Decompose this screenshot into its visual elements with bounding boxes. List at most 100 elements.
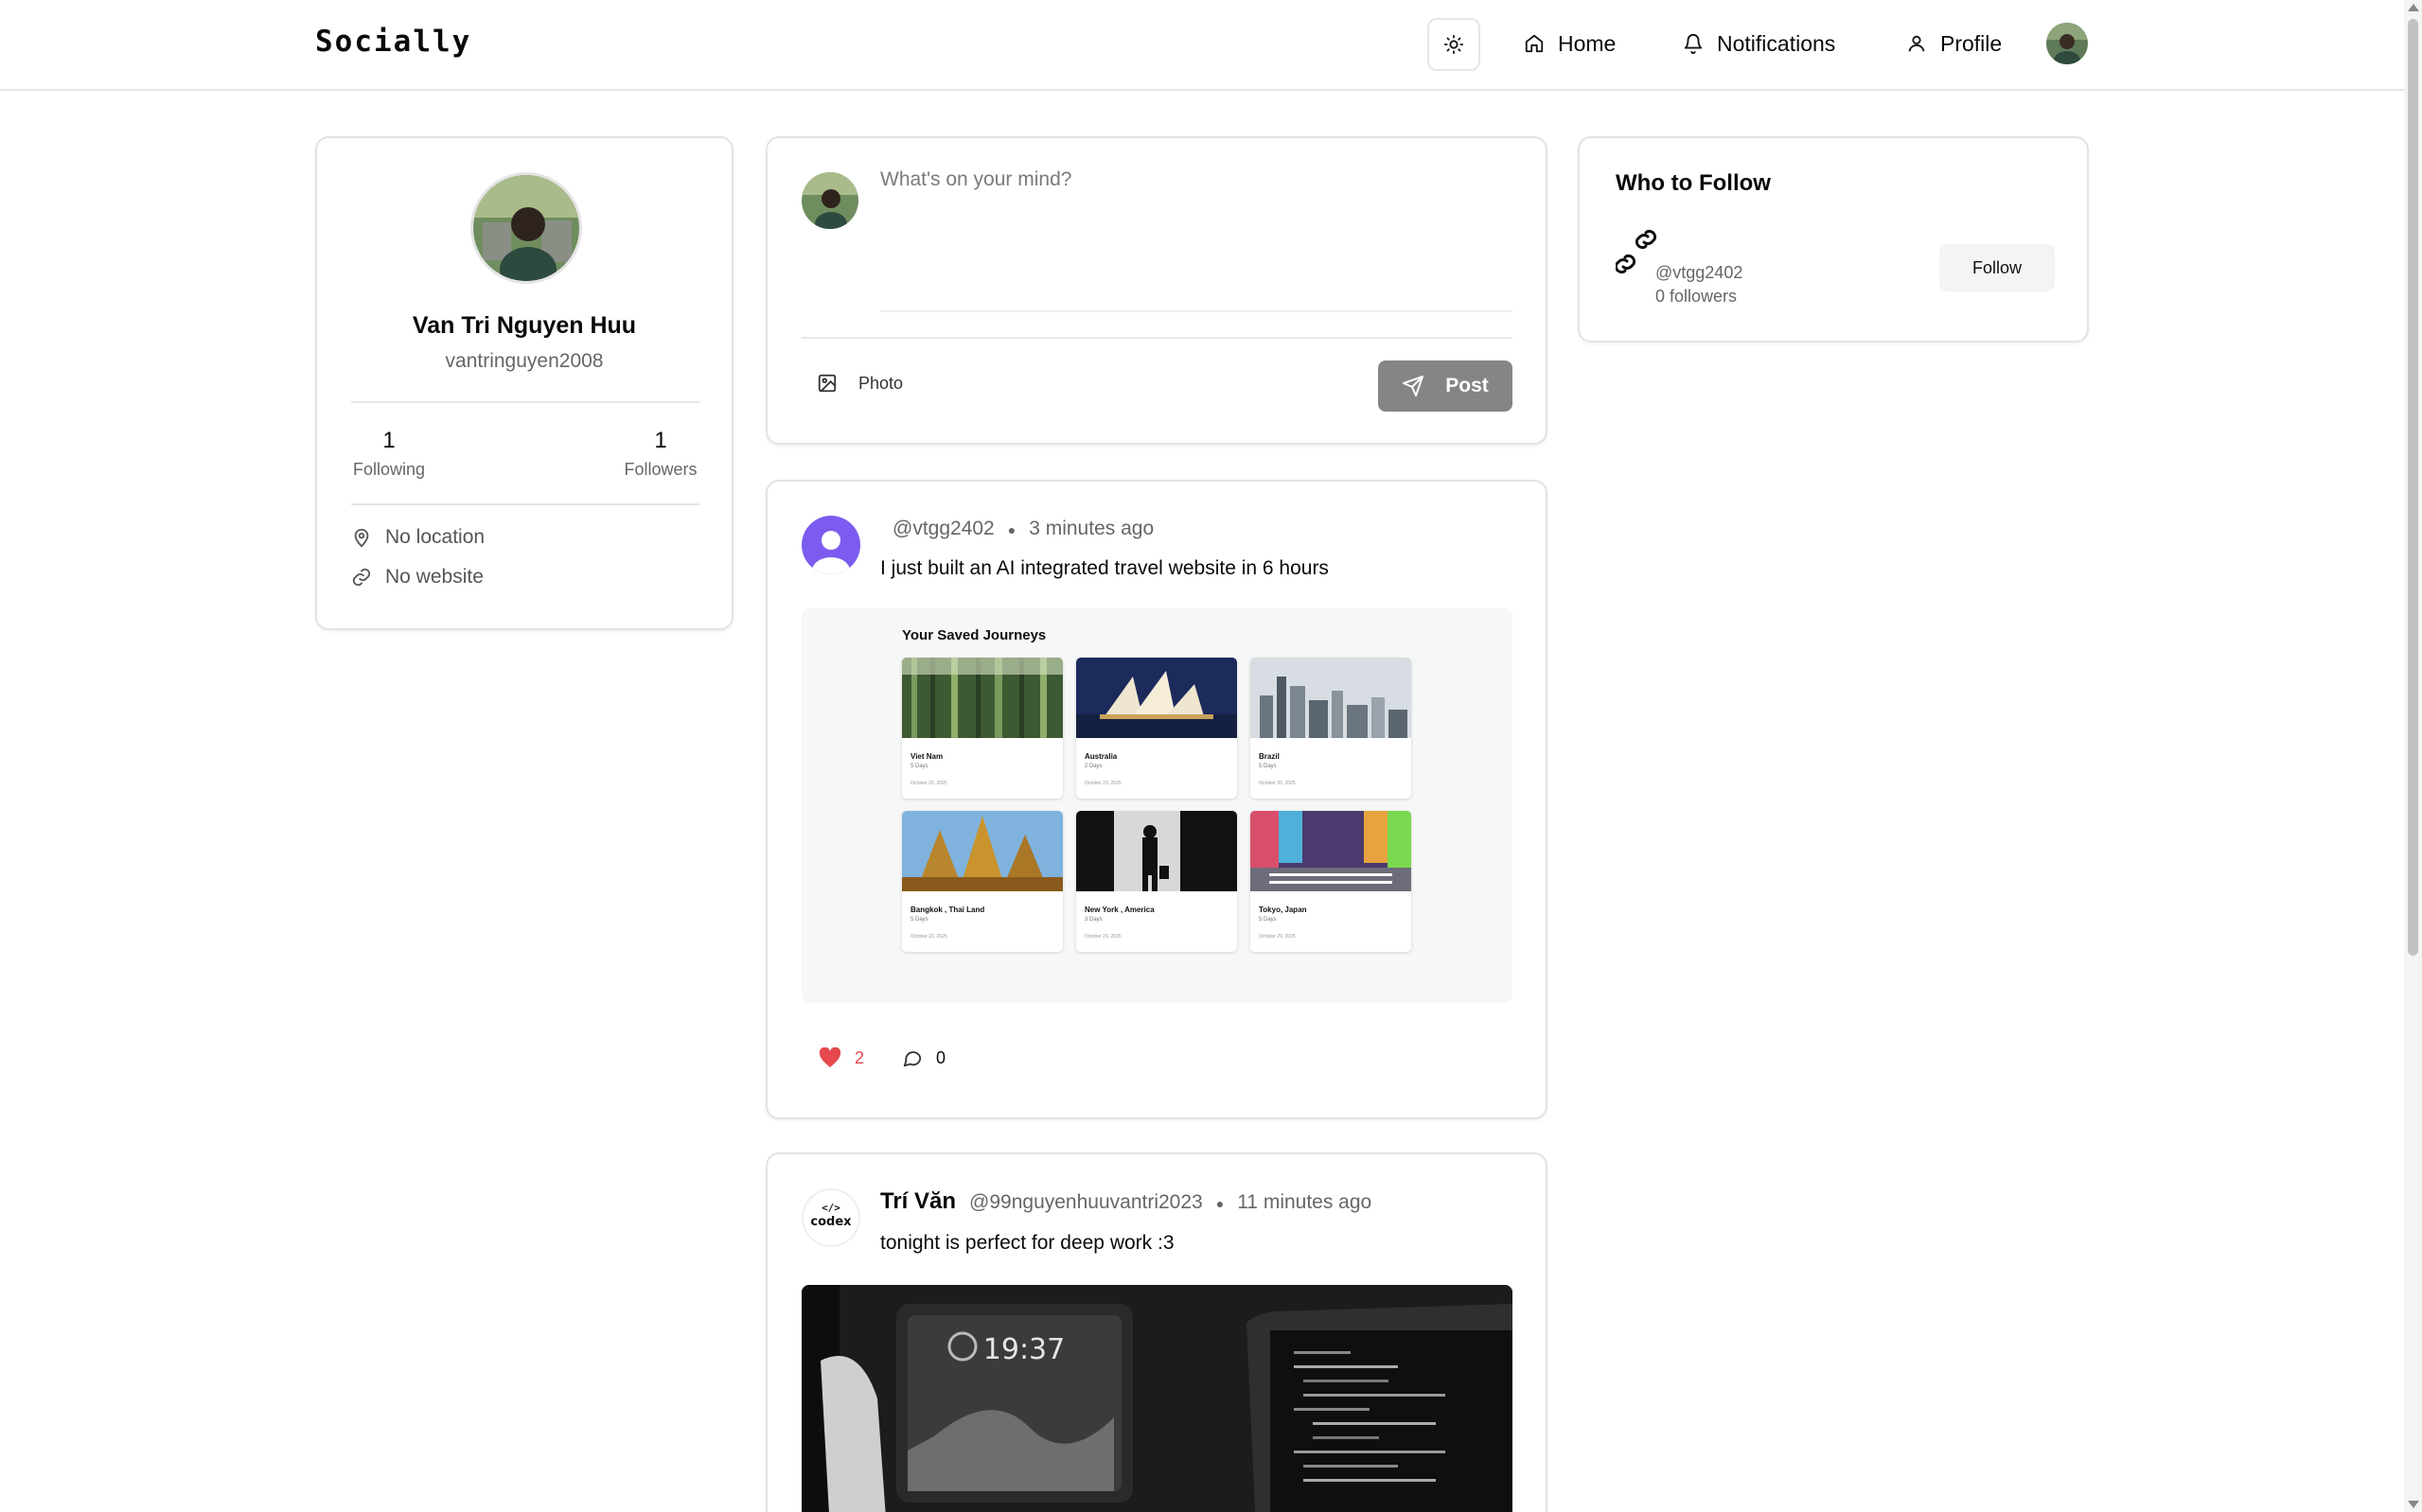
avatar-photo: [802, 172, 858, 229]
post-button[interactable]: Post: [1378, 360, 1512, 412]
travel-title: Your Saved Journeys: [902, 627, 1047, 643]
who-to-follow-title: Who to Follow: [1616, 170, 1771, 196]
nav-home-link[interactable]: Home: [1524, 26, 1616, 61]
nav-notifications-label: Notifications: [1717, 30, 1836, 56]
journey-name: Viet Nam: [910, 752, 944, 761]
journey-name: Brazil: [1259, 752, 1280, 761]
location-row: No location: [351, 526, 485, 549]
comment-icon: [903, 1051, 922, 1067]
journey-card: Australia 2 Days October 23, 2025: [1076, 658, 1237, 799]
following-stat[interactable]: 1 Following: [351, 428, 427, 480]
send-icon: [1403, 376, 1424, 396]
journey-date: October 30, 2025: [1259, 781, 1296, 786]
codex-logo-icon: </> codex: [804, 1190, 858, 1245]
profile-name[interactable]: Van Tri Nguyen Huu: [317, 312, 732, 340]
post-input[interactable]: [880, 168, 1512, 312]
bamboo-photo: [902, 658, 1063, 738]
post-actions: 2 0: [819, 1047, 946, 1068]
profile-photo: [473, 175, 579, 281]
sun-icon: [1443, 34, 1464, 55]
post-image[interactable]: 19:37: [802, 1285, 1512, 1512]
post-meta: Trí Văn @99nguyenhuuvantri2023 ● 11 minu…: [880, 1188, 1371, 1215]
default-avatar-icon: [802, 516, 860, 574]
scroll-down-arrow-icon[interactable]: [2408, 1501, 2419, 1508]
nav-profile-label: Profile: [1940, 30, 2003, 56]
journey-card: New York , America 3 Days October 29, 20…: [1076, 811, 1237, 952]
profile-avatar[interactable]: [470, 172, 582, 284]
svg-text:</>: </>: [822, 1202, 840, 1214]
like-button[interactable]: 2: [819, 1047, 864, 1068]
comment-count: 0: [936, 1047, 946, 1067]
journey-date: October 23, 2025: [1085, 781, 1122, 786]
nav-profile-link[interactable]: Profile: [1906, 26, 2002, 61]
suggested-user-avatar[interactable]: [1614, 229, 1657, 290]
following-count: 1: [382, 428, 396, 453]
scroll-thumb[interactable]: [2408, 19, 2418, 956]
journey-date: October 29, 2025: [1085, 934, 1122, 940]
journey-days: 5 Days: [1259, 764, 1277, 769]
journey-date: October 25, 2025: [910, 781, 947, 786]
nav-home-label: Home: [1558, 30, 1617, 56]
brand-logo[interactable]: Socially: [315, 25, 471, 59]
post-card: @vtgg2402 ● 3 minutes ago I just built a…: [766, 480, 1547, 1119]
journey-days: 5 Days: [910, 917, 928, 923]
post-text: I just built an AI integrated travel web…: [880, 557, 1329, 579]
divider: [351, 503, 699, 505]
website-row: No website: [351, 566, 484, 589]
divider: [802, 337, 1512, 339]
comment-button[interactable]: 0: [902, 1047, 946, 1068]
composer-avatar: [802, 172, 858, 229]
journey-date: October 29, 2025: [1259, 934, 1296, 940]
post-image[interactable]: Your Saved Journeys Viet Nam 5 Days Octo…: [802, 608, 1512, 1003]
silhouette-photo: [1076, 811, 1237, 891]
journey-days: 2 Days: [1085, 764, 1103, 769]
who-to-follow-card: Who to Follow @vtgg2402 0 followers Foll…: [1578, 136, 2089, 343]
journey-name: Tokyo, Japan: [1259, 905, 1307, 914]
post-card: </> codex Trí Văn @99nguyenhuuvantri2023…: [766, 1152, 1547, 1512]
page-scrollbar[interactable]: [2404, 0, 2422, 1512]
opera-house-photo: [1076, 658, 1237, 738]
like-count: 2: [855, 1047, 865, 1067]
clock-text: 19:37: [983, 1333, 1065, 1366]
divider: [351, 401, 699, 403]
avatar-text: codex: [810, 1215, 852, 1229]
suggested-user-handle[interactable]: @vtgg2402: [1655, 263, 1742, 283]
journey-name: Bangkok , Thai Land: [910, 905, 985, 914]
post-time: 3 minutes ago: [1029, 518, 1155, 539]
post-author-avatar[interactable]: [802, 516, 860, 574]
post-author-avatar[interactable]: </> codex: [802, 1188, 860, 1247]
post-author[interactable]: Trí Văn: [880, 1188, 956, 1215]
post-handle[interactable]: @vtgg2402: [893, 518, 995, 540]
journey-card: Brazil 5 Days October 30, 2025: [1250, 658, 1411, 799]
link-icon: [1614, 229, 1657, 274]
followers-label: Followers: [624, 460, 698, 479]
theme-toggle-button[interactable]: [1427, 18, 1480, 71]
journey-days: 3 Days: [1085, 917, 1103, 923]
scroll-up-arrow-icon[interactable]: [2408, 4, 2419, 11]
journey-card: Viet Nam 5 Days October 25, 2025: [902, 658, 1063, 799]
location-text: No location: [385, 526, 486, 548]
add-photo-button[interactable]: Photo: [817, 373, 903, 394]
post-text: tonight is perfect for deep work :3: [880, 1232, 1175, 1254]
photo-label: Photo: [858, 373, 904, 393]
navbar: Socially Home Notifications Profile: [0, 0, 2404, 91]
desk-photo: 19:37: [802, 1285, 1512, 1512]
followers-stat[interactable]: 1 Followers: [620, 428, 701, 480]
journey-name: Australia: [1085, 752, 1118, 761]
separator-dot: ●: [1007, 522, 1017, 537]
suggested-user-followers: 0 followers: [1655, 287, 1738, 306]
post-time: 11 minutes ago: [1237, 1191, 1372, 1213]
bell-icon: [1684, 34, 1703, 54]
user-avatar-menu[interactable]: [2046, 23, 2088, 64]
image-icon: [818, 374, 837, 393]
nav-notifications-link[interactable]: Notifications: [1683, 26, 1835, 61]
profile-card: Van Tri Nguyen Huu vantringuyen2008 1 Fo…: [315, 136, 734, 630]
travel-screenshot: Your Saved Journeys Viet Nam 5 Days Octo…: [802, 608, 1512, 1003]
post-handle[interactable]: @99nguyenhuuvantri2023: [969, 1191, 1203, 1214]
city-skyline-photo: [1250, 658, 1411, 738]
follow-button[interactable]: Follow: [1939, 244, 2055, 291]
heart-icon: [819, 1047, 841, 1067]
avatar-photo: [2046, 23, 2088, 64]
website-text: No website: [385, 566, 484, 588]
home-icon: [1525, 34, 1544, 53]
